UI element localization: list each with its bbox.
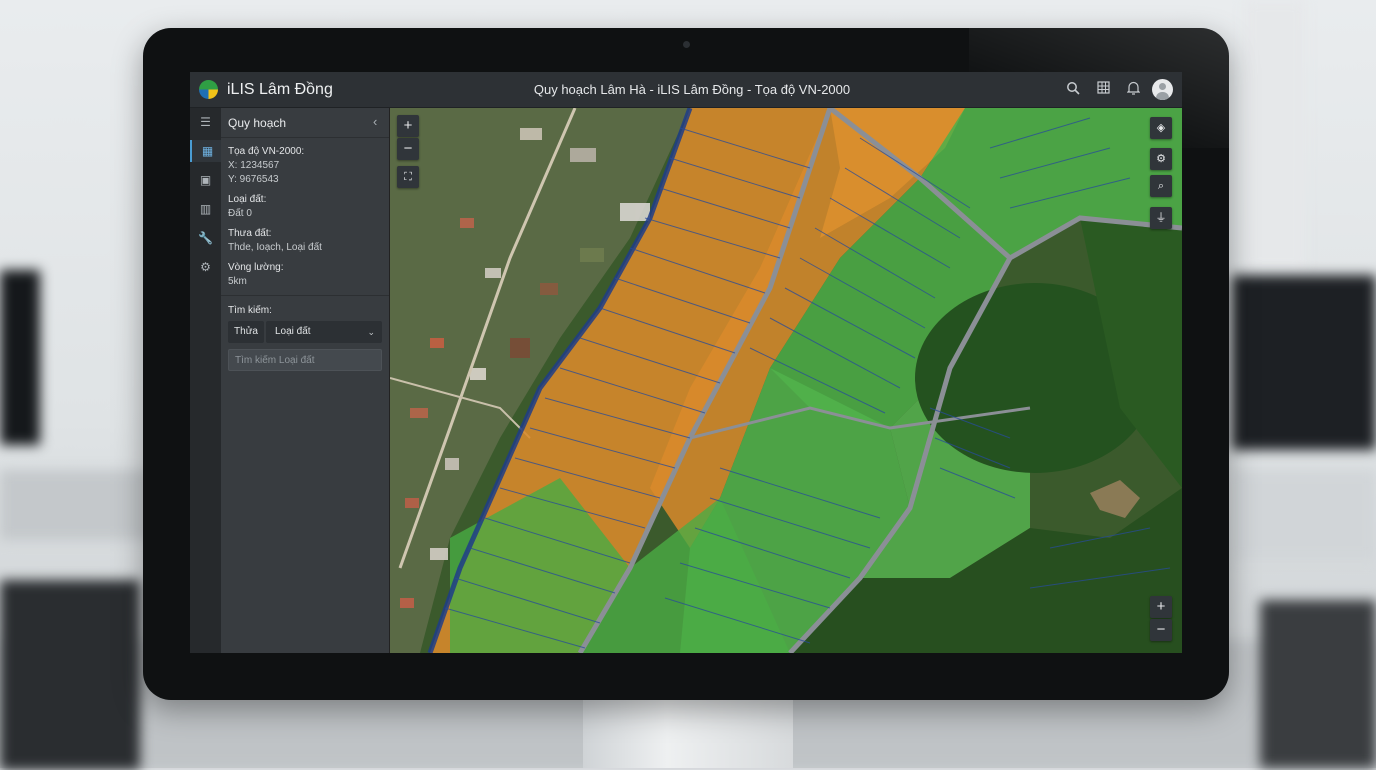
grid-icon[interactable] bbox=[1095, 81, 1111, 97]
top-bar: iLIS Lâm Đồng Quy hoạch Lâm Hà - iLIS Lâ… bbox=[190, 72, 1182, 108]
parcel-filter-button[interactable]: Thửa bbox=[228, 321, 264, 343]
parcel-label: Thưa đất: bbox=[228, 228, 272, 239]
background-chair-left bbox=[0, 580, 140, 770]
panel-title: Quy hoạch bbox=[228, 116, 287, 130]
map-icon[interactable]: ▥ bbox=[190, 198, 221, 220]
layers-list-icon[interactable]: ▦ bbox=[190, 140, 223, 162]
measure-button[interactable]: ⏚ bbox=[1150, 207, 1172, 229]
fullscreen-button[interactable]: ⛶ bbox=[397, 166, 419, 188]
search-label: Tìm kiếm: bbox=[228, 305, 272, 316]
monitor-stand bbox=[583, 700, 793, 768]
camera-dot bbox=[683, 41, 690, 48]
background-desk-right bbox=[1232, 470, 1376, 560]
search-icon[interactable] bbox=[1065, 81, 1081, 97]
chevron-down-icon: ⌄ bbox=[367, 327, 375, 337]
chevron-left-icon[interactable]: ‹ bbox=[373, 114, 377, 129]
y-coordinate: Y: 9676543 bbox=[228, 174, 279, 185]
panel-divider bbox=[221, 295, 389, 296]
planning-panel: Quy hoạch ‹ Tọa độ VN-2000: X: 1234567 Y… bbox=[221, 108, 390, 653]
buffer-value: 5km bbox=[228, 276, 247, 287]
background-desk-left bbox=[0, 470, 150, 540]
zoom-out-bottom-button[interactable]: − bbox=[1150, 619, 1172, 641]
satellite-map bbox=[390, 108, 1182, 653]
background-wall bbox=[1245, 0, 1305, 270]
image-icon[interactable]: ▣ bbox=[190, 169, 221, 191]
background-chair-right bbox=[1260, 600, 1376, 768]
background-monitor-left bbox=[0, 270, 40, 445]
wrench-icon[interactable]: 🔧 bbox=[190, 227, 221, 249]
apple-logo-icon bbox=[676, 662, 696, 684]
map-canvas[interactable]: + − ⛶ ◈ ⚙ ⌕ ⏚ + − bbox=[390, 108, 1182, 653]
zoom-out-button[interactable]: − bbox=[397, 138, 419, 160]
panel-header: Quy hoạch ‹ bbox=[221, 108, 389, 138]
land-type-select-label: Loại đất bbox=[275, 326, 311, 337]
coords-label: Tọa độ VN-2000: bbox=[228, 146, 305, 157]
land-type-select[interactable]: Loại đất ⌄ bbox=[266, 321, 382, 343]
app-screen: iLIS Lâm Đồng Quy hoạch Lâm Hà - iLIS Lâ… bbox=[190, 72, 1182, 653]
zoom-in-bottom-button[interactable]: + bbox=[1150, 596, 1172, 618]
icon-rail: ☰ ▦ ▣ ▥ 🔧 ⚙ bbox=[190, 108, 223, 653]
background-monitor-right bbox=[1232, 275, 1376, 450]
layers-button[interactable]: ◈ bbox=[1150, 117, 1172, 139]
land-type-label: Loại đất: bbox=[228, 194, 267, 205]
map-search-button[interactable]: ⌕ bbox=[1150, 175, 1172, 197]
buffer-label: Vòng lường: bbox=[228, 262, 284, 273]
bell-icon[interactable] bbox=[1125, 81, 1141, 97]
gear-icon[interactable]: ⚙ bbox=[190, 256, 221, 278]
parcel-value: Thde, Ioạch, Loại đất bbox=[228, 242, 322, 253]
x-coordinate: X: 1234567 bbox=[228, 160, 280, 171]
tools-button[interactable]: ⚙ bbox=[1150, 148, 1172, 170]
menu-icon[interactable]: ☰ bbox=[190, 111, 221, 133]
land-type-value: Đất 0 bbox=[228, 208, 252, 219]
land-type-search-input[interactable] bbox=[228, 349, 382, 371]
user-avatar[interactable] bbox=[1152, 79, 1173, 100]
zoom-in-button[interactable]: + bbox=[397, 115, 419, 137]
window-title: Quy hoạch Lâm Hà - iLIS Lâm Đồng - Tọa đ… bbox=[533, 82, 851, 97]
